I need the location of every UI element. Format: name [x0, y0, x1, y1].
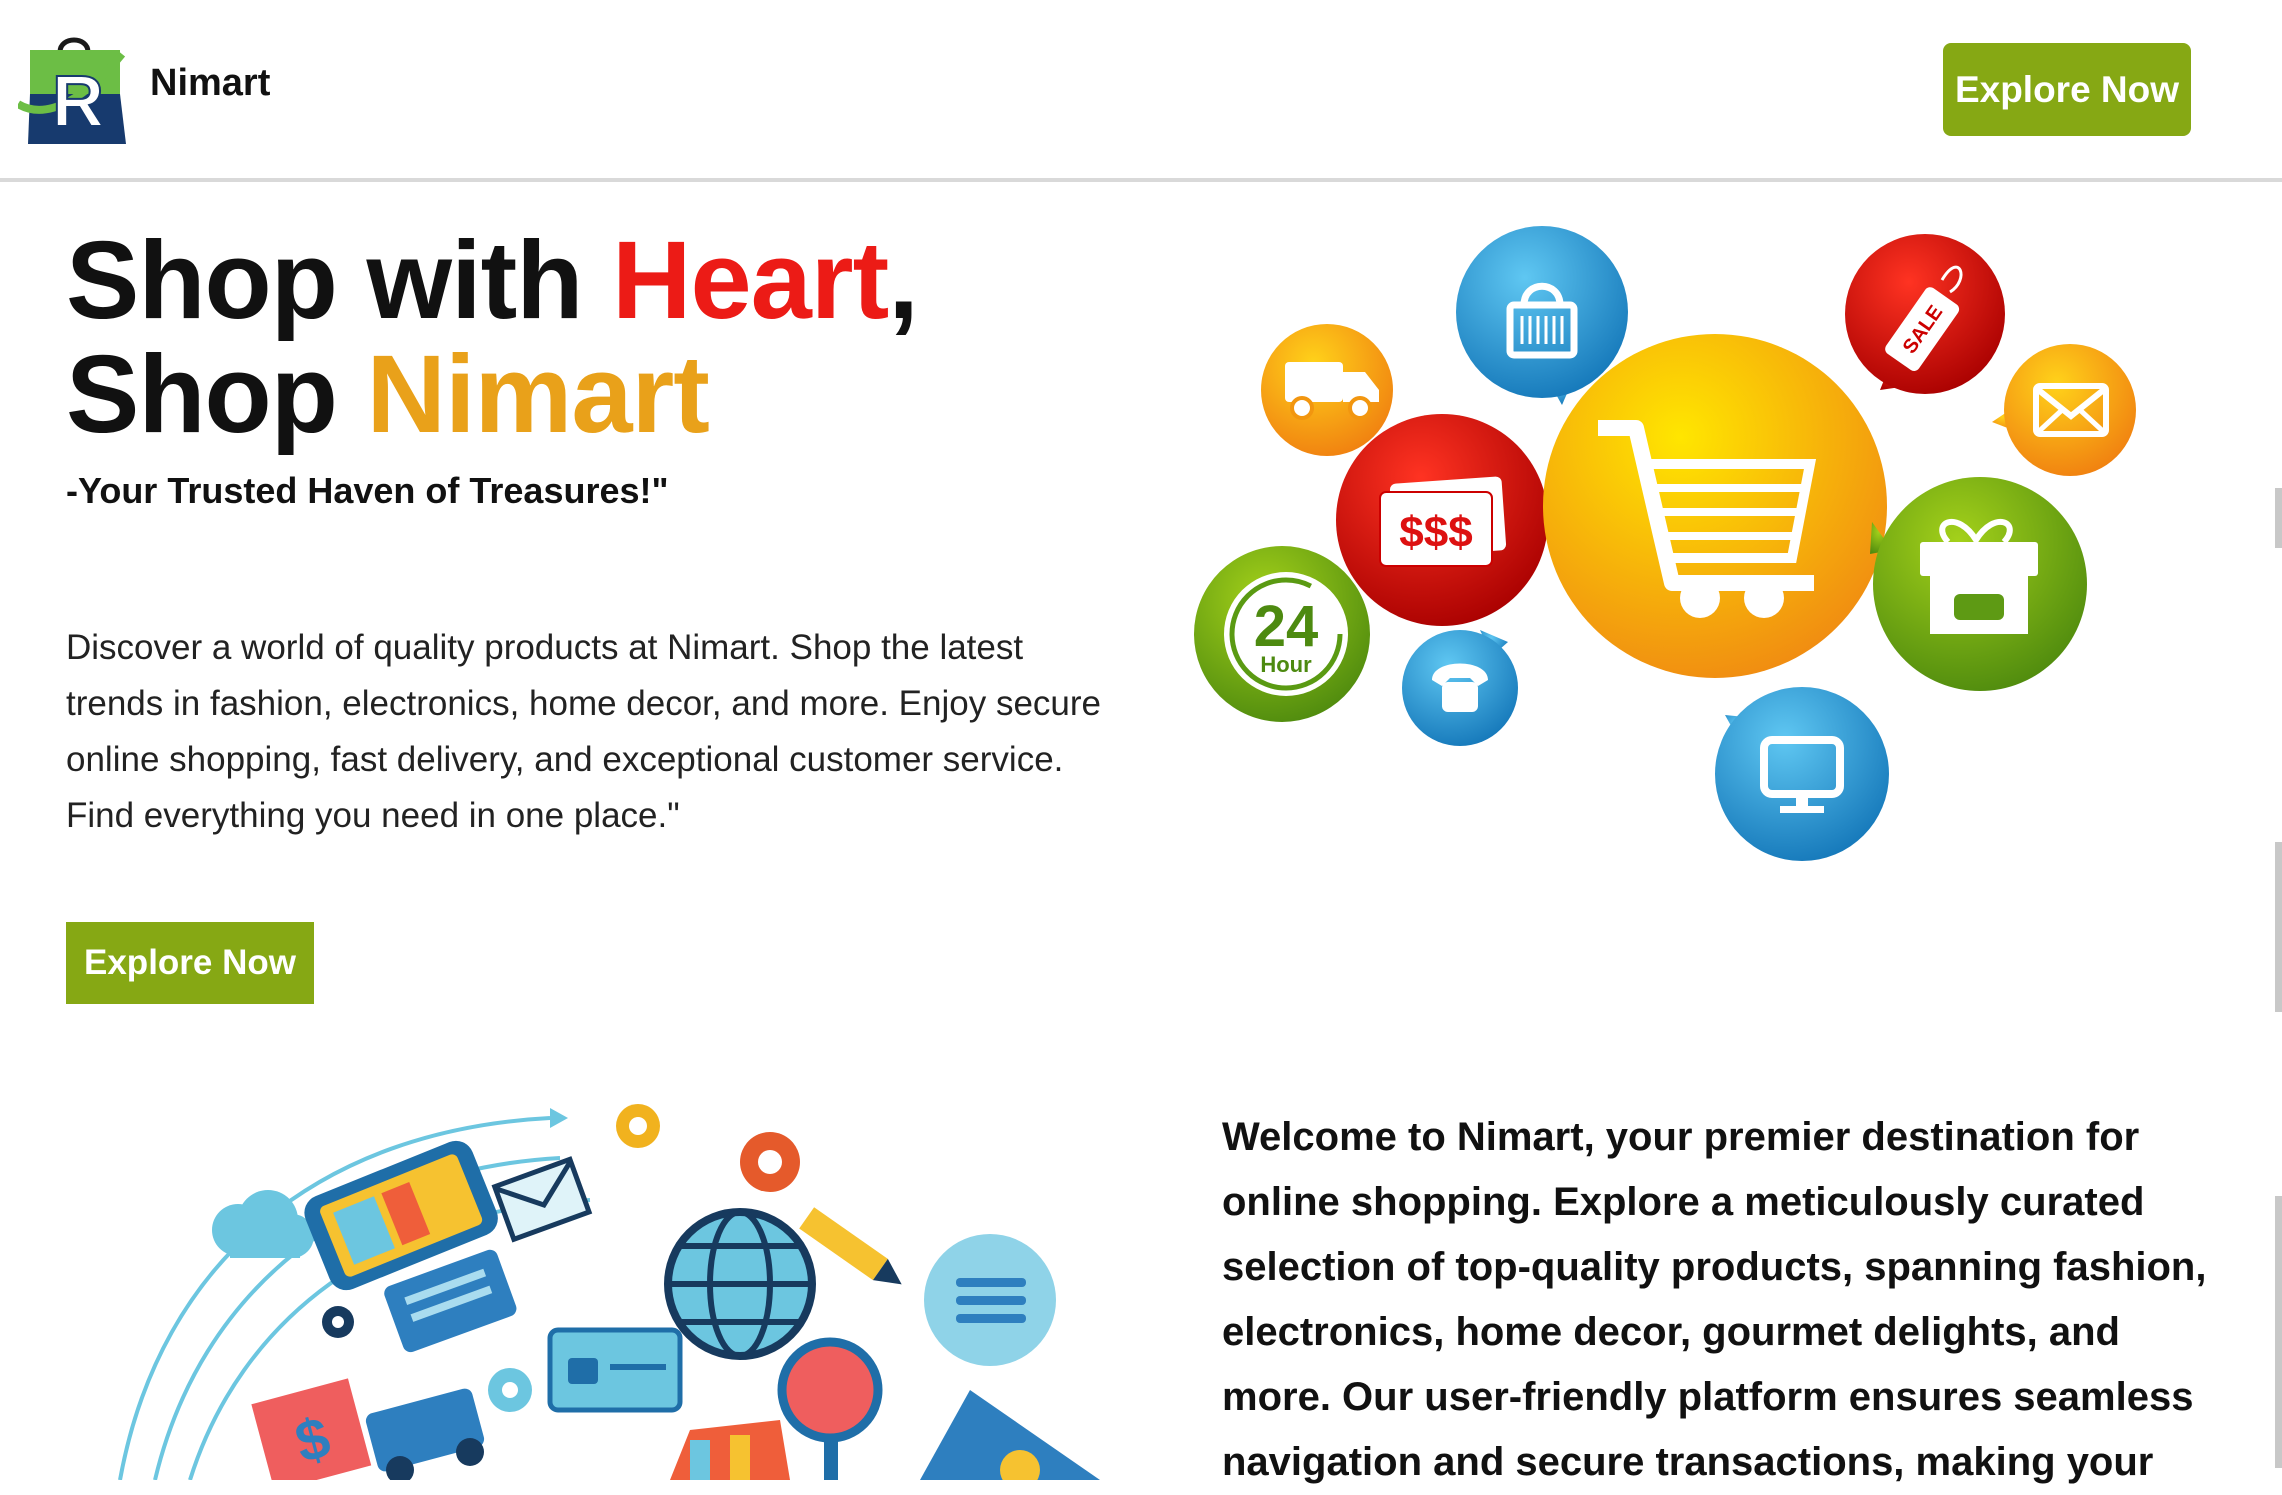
sale-tag-icon: SALE — [1845, 234, 2005, 394]
computer-monitor-icon — [1715, 687, 1889, 861]
scrollbar-marker[interactable] — [2275, 1196, 2282, 1468]
picture-frame-icon — [920, 1390, 1100, 1480]
hero-title-heart: Heart — [612, 219, 889, 342]
svg-text:24: 24 — [1254, 594, 1319, 659]
credit-card-icon — [547, 1327, 683, 1413]
scrollbar-marker[interactable] — [2275, 842, 2282, 1012]
hero-title: Shop with Heart, Shop Nimart — [66, 224, 919, 452]
cloud-icon — [212, 1190, 314, 1258]
hero-tagline: -Your Trusted Haven of Treasures!" — [66, 470, 669, 511]
hero-title-part1: Shop with — [66, 219, 613, 342]
shopping-cart-icon — [1543, 334, 1887, 678]
delivery-truck-icon — [365, 1388, 485, 1480]
magnifier-icon — [777, 1337, 883, 1480]
scrollbar-marker[interactable] — [2275, 488, 2282, 548]
globe-icon — [664, 1208, 816, 1360]
email-icon — [1992, 344, 2136, 476]
hero-title-comma: , — [888, 219, 919, 342]
24-hour-service-icon: 24 Hour — [1194, 546, 1370, 722]
svg-text:$$$: $$$ — [1399, 508, 1472, 557]
svg-text:R: R — [52, 62, 104, 142]
money-icon: $$$ — [1336, 414, 1548, 626]
chat-bubble-icon — [924, 1234, 1056, 1366]
telephone-icon — [1402, 630, 1518, 746]
header-explore-button[interactable]: Explore Now — [1943, 43, 2191, 136]
gift-box-icon — [1870, 477, 2087, 691]
svg-text:Hour: Hour — [1260, 652, 1312, 677]
shopping-icons-illustration: SALE $$$ 24 Hour — [1194, 226, 2136, 861]
hero-description: Discover a world of quality products at … — [66, 628, 1101, 835]
hero-explore-button[interactable]: Explore Now — [66, 922, 314, 1004]
hero-title-part3: Shop — [66, 333, 367, 456]
welcome-paragraph: Welcome to Nimart, your premier destinat… — [1222, 1115, 2207, 1484]
shopping-bag-icon: $ — [251, 1378, 372, 1480]
envelope-icon — [491, 1156, 593, 1243]
hero-title-nimart: Nimart — [366, 333, 710, 456]
storefront-icon — [670, 1420, 790, 1480]
delivery-truck-icon — [1261, 324, 1393, 456]
nimart-logo-icon[interactable]: R — [18, 34, 130, 146]
ecommerce-illustration: $ — [118, 1104, 1100, 1480]
brand-name[interactable]: Nimart — [150, 62, 270, 105]
site-header: R Nimart Explore Now — [0, 0, 2282, 182]
